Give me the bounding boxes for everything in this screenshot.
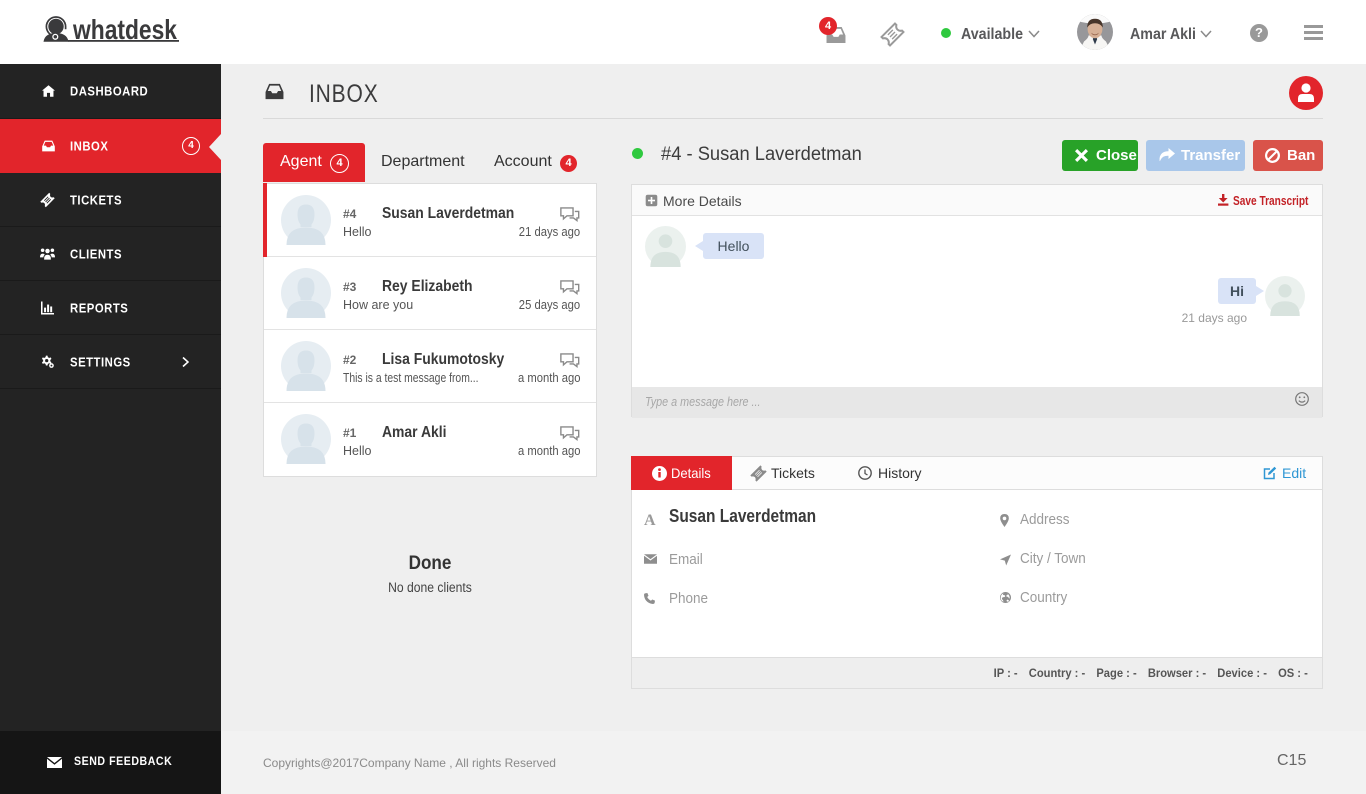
svg-text:whatdesk: whatdesk bbox=[72, 14, 177, 45]
